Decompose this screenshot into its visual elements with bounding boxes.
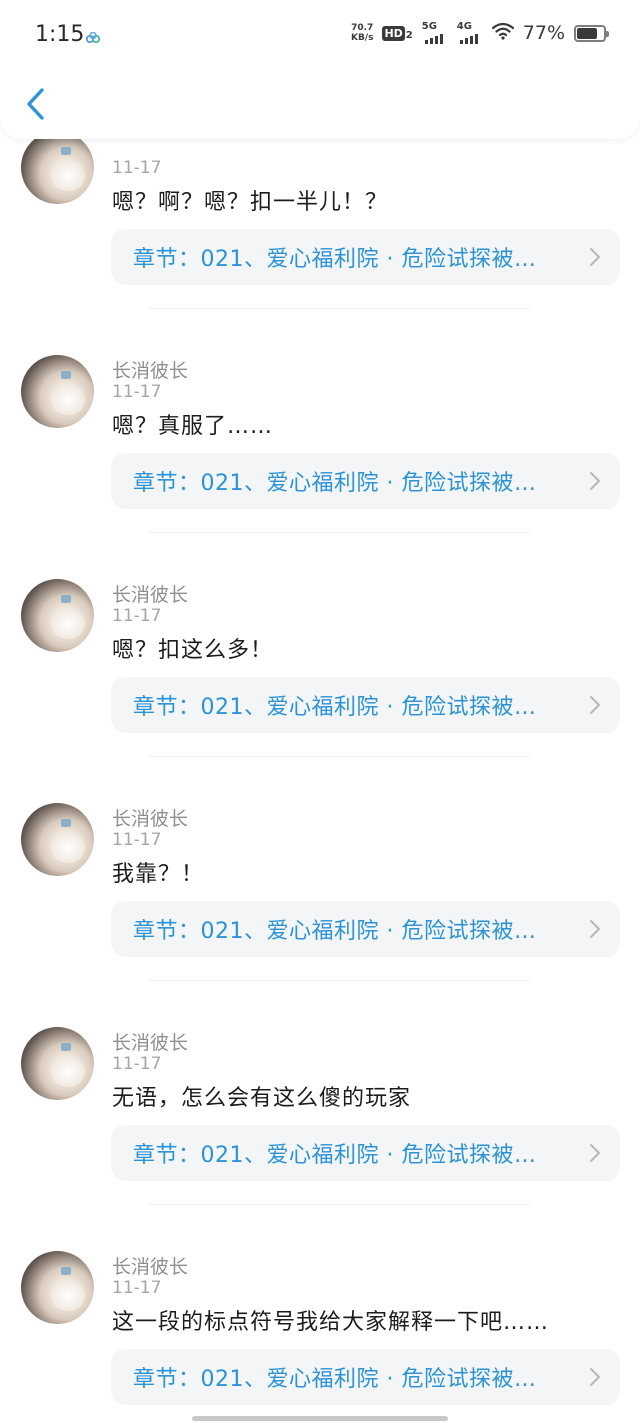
chapter-link-label: 章节：021、爱心福利院 · 危险试探被… bbox=[133, 695, 537, 720]
comment-date: 11-17 bbox=[112, 1278, 162, 1298]
comment-username[interactable]: 长消彼长 bbox=[112, 804, 188, 831]
comment-username[interactable]: 长消彼长 bbox=[112, 356, 188, 383]
home-indicator[interactable] bbox=[192, 1416, 448, 1421]
comment-date: 11-17 bbox=[112, 1054, 162, 1074]
chevron-right-icon bbox=[584, 1142, 606, 1164]
comment-date: 11-17 bbox=[112, 606, 162, 626]
avatar[interactable] bbox=[21, 1027, 94, 1100]
signal-5g-icon: 5G bbox=[421, 21, 448, 44]
avatar[interactable] bbox=[21, 1251, 94, 1324]
comment-item: 长消彼长 11-17 我靠？！ 章节：021、爱心福利院 · 危险试探被… bbox=[0, 778, 640, 1002]
chevron-left-icon bbox=[27, 88, 44, 120]
chapter-link[interactable]: 章节：021、爱心福利院 · 危险试探被… bbox=[111, 901, 620, 957]
avatar[interactable] bbox=[21, 131, 94, 204]
hd-sub: 2 bbox=[405, 29, 413, 41]
divider bbox=[148, 1204, 530, 1205]
chapter-link[interactable]: 章节：021、爱心福利院 · 危险试探被… bbox=[111, 1125, 620, 1181]
divider bbox=[148, 532, 530, 533]
chevron-right-icon bbox=[584, 246, 606, 268]
top-bar: 1:15 70.7 KB/s HD 2 5G 4G 77% bbox=[0, 0, 640, 139]
avatar[interactable] bbox=[21, 579, 94, 652]
signal-4g-icon: 4G bbox=[456, 21, 483, 44]
status-time: 1:15 bbox=[35, 22, 85, 47]
battery-icon bbox=[574, 24, 609, 42]
divider bbox=[148, 308, 530, 309]
comment-username[interactable]: 长消彼长 bbox=[112, 1252, 188, 1279]
chevron-right-icon bbox=[584, 1366, 606, 1388]
comment-date: 11-17 bbox=[112, 830, 162, 850]
signal-2-label: 4G bbox=[456, 21, 472, 32]
comment-item: 11-17 嗯？啊？嗯？扣一半儿！？ 章节：021、爱心福利院 · 危险试探被… bbox=[0, 106, 640, 330]
chapter-link[interactable]: 章节：021、爱心福利院 · 危险试探被… bbox=[111, 453, 620, 509]
chapter-link-label: 章节：021、爱心福利院 · 危险试探被… bbox=[133, 1143, 537, 1168]
comment-username[interactable]: 长消彼长 bbox=[112, 1028, 188, 1055]
status-icons: 70.7 KB/s HD 2 5G 4G 77% bbox=[351, 21, 609, 44]
comment-text: 我靠？！ bbox=[112, 862, 205, 887]
divider bbox=[148, 756, 530, 757]
hd-label: HD bbox=[382, 25, 405, 41]
chevron-right-icon bbox=[584, 694, 606, 716]
wifi-icon bbox=[491, 22, 514, 44]
comment-text: 嗯？扣这么多！ bbox=[112, 638, 274, 663]
battery-percent: 77% bbox=[522, 22, 565, 44]
comment-text: 嗯？啊？嗯？扣一半儿！？ bbox=[112, 190, 389, 215]
comment-date: 11-17 bbox=[112, 158, 162, 178]
comment-item: 长消彼长 11-17 无语，怎么会有这么傻的玩家 章节：021、爱心福利院 · … bbox=[0, 1002, 640, 1226]
comment-item: 长消彼长 11-17 嗯？真服了…… 章节：021、爱心福利院 · 危险试探被… bbox=[0, 330, 640, 554]
comment-username[interactable]: 长消彼长 bbox=[112, 580, 188, 607]
comment-item: 长消彼长 11-17 这一段的标点符号我给大家解释一下吧…… 章节：021、爱心… bbox=[0, 1226, 640, 1423]
net-speed-unit: KB/s bbox=[350, 33, 374, 43]
chapter-link[interactable]: 章节：021、爱心福利院 · 危险试探被… bbox=[111, 229, 620, 285]
comment-text: 这一段的标点符号我给大家解释一下吧…… bbox=[112, 1310, 550, 1335]
comment-list[interactable]: 11-17 嗯？啊？嗯？扣一半儿！？ 章节：021、爱心福利院 · 危险试探被…… bbox=[0, 106, 640, 1423]
chapter-link[interactable]: 章节：021、爱心福利院 · 危险试探被… bbox=[111, 677, 620, 733]
back-button[interactable] bbox=[18, 83, 54, 125]
net-speed: 70.7 KB/s bbox=[351, 23, 373, 43]
comment-text: 无语，怎么会有这么傻的玩家 bbox=[112, 1086, 412, 1111]
avatar[interactable] bbox=[21, 355, 94, 428]
chevron-right-icon bbox=[584, 918, 606, 940]
avatar[interactable] bbox=[21, 803, 94, 876]
hd-badge: HD 2 bbox=[382, 25, 413, 41]
chapter-link-label: 章节：021、爱心福利院 · 危险试探被… bbox=[133, 471, 537, 496]
comment-item: 长消彼长 11-17 嗯？扣这么多！ 章节：021、爱心福利院 · 危险试探被… bbox=[0, 554, 640, 778]
signal-1-label: 5G bbox=[421, 21, 437, 32]
chapter-link-label: 章节：021、爱心福利院 · 危险试探被… bbox=[133, 247, 537, 272]
chevron-right-icon bbox=[584, 470, 606, 492]
chapter-link-label: 章节：021、爱心福利院 · 危险试探被… bbox=[133, 919, 537, 944]
chapter-link[interactable]: 章节：021、爱心福利院 · 危险试探被… bbox=[111, 1349, 620, 1405]
divider bbox=[148, 980, 530, 981]
cloud-sync-icon bbox=[85, 29, 101, 44]
net-speed-value: 70.7 bbox=[351, 23, 374, 33]
chapter-link-label: 章节：021、爱心福利院 · 危险试探被… bbox=[133, 1367, 537, 1392]
comment-text: 嗯？真服了…… bbox=[112, 414, 274, 439]
comment-date: 11-17 bbox=[112, 382, 162, 402]
